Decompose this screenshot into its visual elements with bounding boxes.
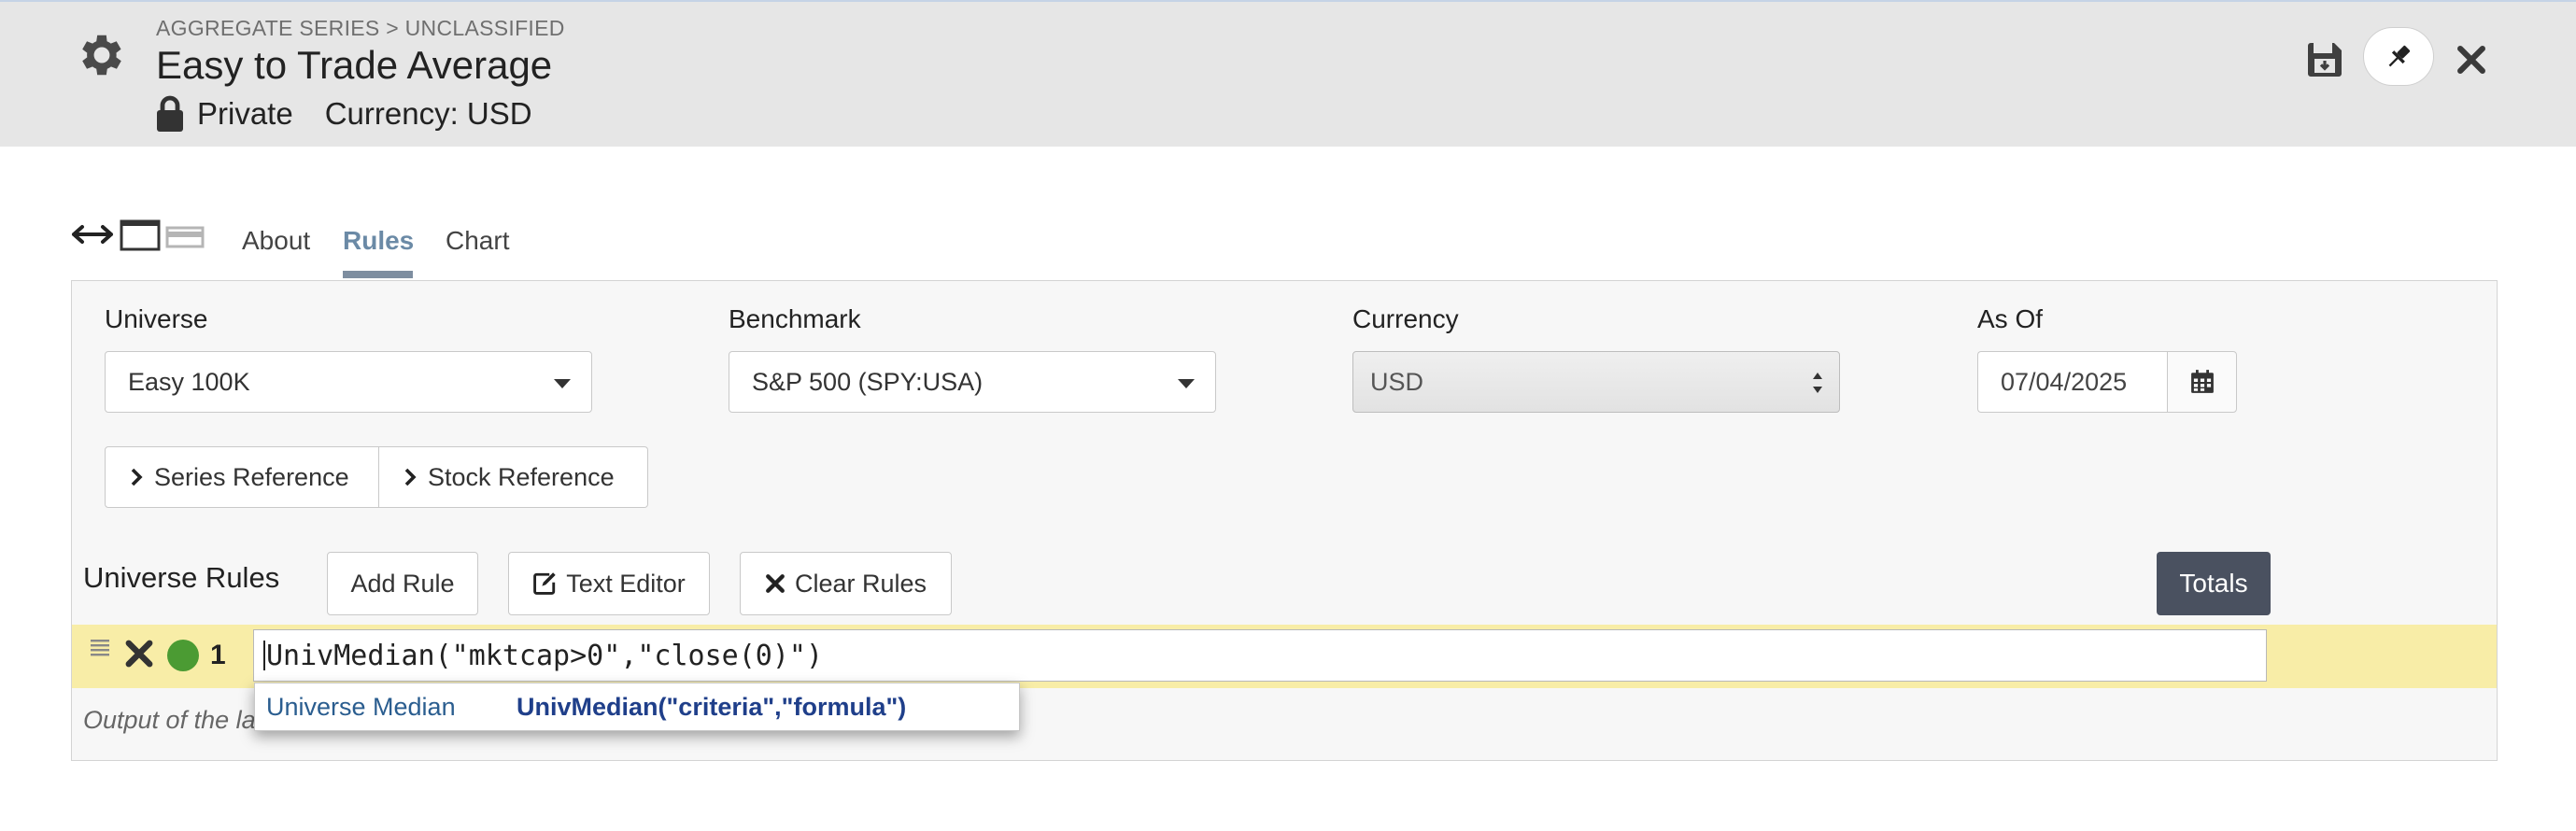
currency-value: USD	[1370, 367, 1424, 396]
totals-button[interactable]: Totals	[2157, 552, 2271, 615]
tab-about[interactable]: About	[242, 226, 310, 256]
output-note: Output of the la	[83, 706, 256, 734]
series-reference-label: Series Reference	[154, 462, 349, 491]
up-down-arrows-icon	[1813, 373, 1822, 393]
clear-rules-label: Clear Rules	[794, 569, 927, 598]
rule-row: 1 UnivMedian("mktcap>0","close(0)")	[72, 625, 2497, 688]
drag-handle-icon[interactable]	[89, 638, 111, 658]
edit-icon	[533, 572, 556, 595]
universe-rules-title: Universe Rules	[83, 561, 280, 594]
page-title: Easy to Trade Average	[156, 43, 553, 87]
suggestion-name: Universe Median	[266, 692, 456, 721]
lock-icon	[157, 95, 183, 132]
privacy-label: Private	[197, 96, 293, 131]
stock-reference-label: Stock Reference	[428, 462, 615, 491]
currency-select: USD	[1352, 351, 1840, 413]
caret-down-icon	[1178, 379, 1195, 388]
rule-number: 1	[210, 640, 226, 670]
chevron-right-icon	[131, 468, 143, 486]
save-icon	[2308, 43, 2342, 77]
text-editor-label: Text Editor	[566, 569, 686, 598]
active-tab-indicator	[343, 271, 413, 278]
universe-select[interactable]: Easy 100K	[105, 351, 592, 413]
asof-label: As Of	[1977, 304, 2044, 333]
benchmark-select[interactable]: S&P 500 (SPY:USA)	[729, 351, 1216, 413]
suggestion-signature: UnivMedian("criteria","formula")	[517, 692, 907, 721]
pin-icon	[2388, 45, 2411, 66]
currency-field-label: Currency	[1352, 304, 1459, 333]
text-cursor	[263, 641, 265, 670]
close-icon	[2457, 46, 2485, 74]
breadcrumb[interactable]: AGGREGATE SERIES > UNCLASSIFIED	[156, 16, 565, 41]
reference-button-group: Series Reference Stock Reference	[105, 446, 648, 508]
calendar-icon	[2190, 370, 2214, 393]
calendar-button[interactable]	[2167, 351, 2237, 413]
delete-rule-icon[interactable]	[124, 638, 154, 669]
autocomplete-suggestion[interactable]: Universe Median UnivMedian("criteria","f…	[254, 683, 1020, 731]
collapsed-layout-icon[interactable]	[165, 222, 205, 250]
currency-label: Currency: USD	[324, 96, 532, 131]
close-button[interactable]	[2447, 35, 2496, 84]
window-layout-icon[interactable]	[120, 219, 161, 251]
series-meta: Private Currency: USD	[156, 95, 532, 133]
benchmark-value: S&P 500 (SPY:USA)	[752, 367, 984, 396]
rule-status-indicator[interactable]	[167, 640, 199, 671]
text-editor-button[interactable]: Text Editor	[508, 552, 710, 615]
tab-bar: About Rules Chart	[68, 215, 2497, 280]
series-reference-button[interactable]: Series Reference	[105, 446, 379, 508]
stock-reference-button[interactable]: Stock Reference	[379, 446, 648, 508]
tab-chart[interactable]: Chart	[446, 226, 509, 256]
expand-width-icon[interactable]	[70, 220, 115, 248]
rule-formula-text: UnivMedian("mktcap>0","close(0)")	[266, 639, 824, 672]
pin-button[interactable]	[2363, 27, 2434, 86]
gear-icon[interactable]	[75, 28, 129, 82]
clear-rules-button[interactable]: Clear Rules	[740, 552, 952, 615]
universe-label: Universe	[105, 304, 208, 333]
save-button[interactable]	[2300, 35, 2349, 84]
add-rule-button[interactable]: Add Rule	[327, 552, 478, 615]
benchmark-label: Benchmark	[729, 304, 861, 333]
page-header: AGGREGATE SERIES > UNCLASSIFIED Easy to …	[0, 0, 2576, 147]
asof-date-input[interactable]: 07/04/2025	[1977, 351, 2168, 413]
rule-formula-input[interactable]: UnivMedian("mktcap>0","close(0)")	[253, 629, 2267, 682]
universe-value: Easy 100K	[128, 367, 250, 396]
clear-x-icon	[766, 574, 785, 593]
chevron-right-icon	[404, 468, 417, 486]
tab-rules[interactable]: Rules	[343, 226, 414, 256]
caret-down-icon	[554, 379, 571, 388]
